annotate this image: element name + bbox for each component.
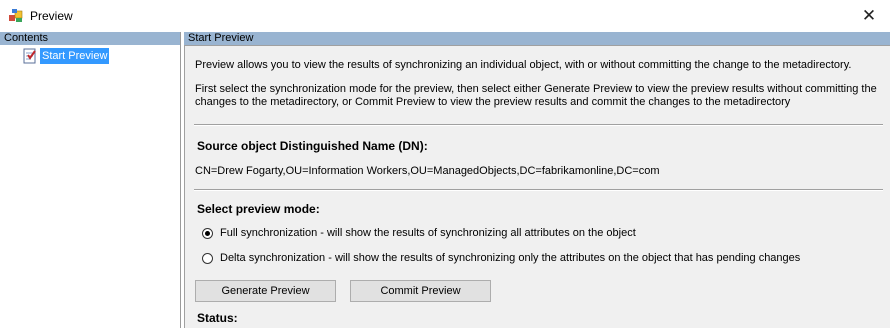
divider xyxy=(194,124,883,126)
main-header: Start Preview xyxy=(184,32,890,45)
dn-value: CN=Drew Fogarty,OU=Information Workers,O… xyxy=(195,165,660,177)
close-icon: ✕ xyxy=(861,6,877,25)
radio-selected-dot xyxy=(205,231,210,236)
full-sync-label[interactable]: Full synchronization - will show the res… xyxy=(220,227,636,239)
full-sync-radio[interactable] xyxy=(202,228,213,239)
preview-document-icon xyxy=(23,48,36,64)
app-icon xyxy=(9,9,23,22)
contents-header: Contents xyxy=(0,32,180,45)
intro-text: Preview allows you to view the results o… xyxy=(195,59,852,71)
main-pane: Start Preview Preview allows you to view… xyxy=(181,32,892,328)
mode-heading: Select preview mode: xyxy=(197,202,320,216)
tree-item-start-preview[interactable]: Start Preview xyxy=(40,48,110,64)
delta-sync-label[interactable]: Delta synchronization - will show the re… xyxy=(220,252,800,264)
contents-pane: Contents xyxy=(0,32,181,328)
generate-preview-button[interactable]: Generate Preview xyxy=(195,280,336,302)
title-bar: Preview ✕ xyxy=(0,0,892,32)
instructions-line-1: First select the synchronization mode fo… xyxy=(195,83,877,95)
status-label: Status: xyxy=(197,311,238,325)
close-button[interactable]: ✕ xyxy=(846,0,892,32)
instructions-line-2: changes to the metadirectory, or Commit … xyxy=(195,96,791,108)
delta-sync-radio[interactable] xyxy=(202,253,213,264)
dn-heading: Source object Distinguished Name (DN): xyxy=(197,139,428,153)
preview-content: Preview allows you to view the results o… xyxy=(184,45,890,328)
divider xyxy=(194,189,883,191)
window-title: Preview xyxy=(30,9,73,23)
commit-preview-button[interactable]: Commit Preview xyxy=(350,280,491,302)
